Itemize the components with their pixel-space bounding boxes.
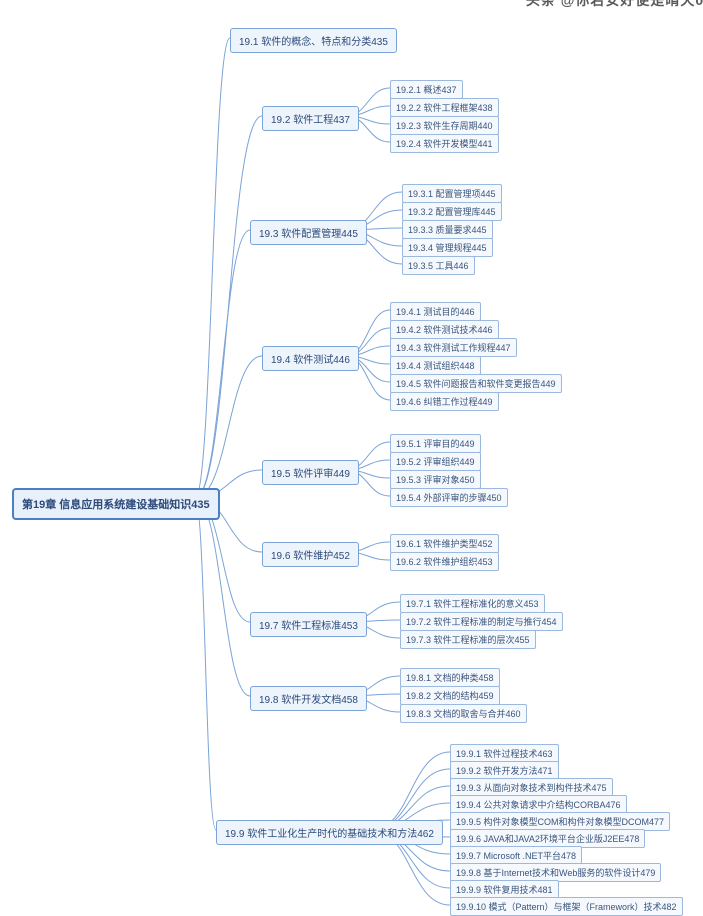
branch-node[interactable]: 19.4 软件测试446 (262, 346, 359, 371)
leaf-node[interactable]: 19.3.3 质量要求445 (402, 220, 493, 239)
leaf-node[interactable]: 19.2.2 软件工程框架438 (390, 98, 499, 117)
branch-node[interactable]: 19.9 软件工业化生产时代的基础技术和方法462 (216, 820, 443, 845)
branch-node[interactable]: 19.7 软件工程标准453 (250, 612, 367, 637)
leaf-node[interactable]: 19.8.3 文档的取舍与合并460 (400, 704, 527, 723)
leaf-node[interactable]: 19.5.4 外部评审的步骤450 (390, 488, 508, 507)
leaf-node[interactable]: 19.2.1 概述437 (390, 80, 463, 99)
leaf-node[interactable]: 19.4.2 软件测试技术446 (390, 320, 499, 339)
branch-node[interactable]: 19.3 软件配置管理445 (250, 220, 367, 245)
leaf-node[interactable]: 19.4.4 测试组织448 (390, 356, 481, 375)
root-node[interactable]: 第19章 信息应用系统建设基础知识435 (12, 488, 220, 520)
leaf-node[interactable]: 19.8.1 文档的种类458 (400, 668, 500, 687)
leaf-node[interactable]: 19.5.2 评审组织449 (390, 452, 481, 471)
leaf-node[interactable]: 19.2.4 软件开发模型441 (390, 134, 499, 153)
leaf-node[interactable]: 19.6.2 软件维护组织453 (390, 552, 499, 571)
leaf-node[interactable]: 19.3.4 管理规程445 (402, 238, 493, 257)
branch-node[interactable]: 19.8 软件开发文档458 (250, 686, 367, 711)
leaf-node[interactable]: 19.4.3 软件测试工作规程447 (390, 338, 517, 357)
leaf-node[interactable]: 19.5.1 评审目的449 (390, 434, 481, 453)
leaf-node[interactable]: 19.6.1 软件维护类型452 (390, 534, 499, 553)
leaf-node[interactable]: 19.4.6 纠错工作过程449 (390, 392, 499, 411)
leaf-node[interactable]: 19.8.2 文档的结构459 (400, 686, 500, 705)
leaf-node[interactable]: 19.3.5 工具446 (402, 256, 475, 275)
branch-node[interactable]: 19.6 软件维护452 (262, 542, 359, 567)
branch-node[interactable]: 19.1 软件的概念、特点和分类435 (230, 28, 397, 53)
leaf-node[interactable]: 19.3.1 配置管理项445 (402, 184, 502, 203)
leaf-node[interactable]: 19.7.2 软件工程标准的制定与推行454 (400, 612, 563, 631)
leaf-node[interactable]: 19.4.5 软件问题报告和软件变更报告449 (390, 374, 562, 393)
branch-node[interactable]: 19.5 软件评审449 (262, 460, 359, 485)
leaf-node[interactable]: 19.2.3 软件生存周期440 (390, 116, 499, 135)
leaf-node[interactable]: 19.9.10 模式（Pattern）与框架（Framework）技术482 (450, 897, 683, 916)
leaf-node[interactable]: 19.7.3 软件工程标准的层次455 (400, 630, 536, 649)
leaf-node[interactable]: 19.7.1 软件工程标准化的意义453 (400, 594, 545, 613)
leaf-node[interactable]: 19.4.1 测试目的446 (390, 302, 481, 321)
branch-node[interactable]: 19.2 软件工程437 (262, 106, 359, 131)
leaf-node[interactable]: 19.5.3 评审对象450 (390, 470, 481, 489)
leaf-node[interactable]: 19.3.2 配置管理库445 (402, 202, 502, 221)
